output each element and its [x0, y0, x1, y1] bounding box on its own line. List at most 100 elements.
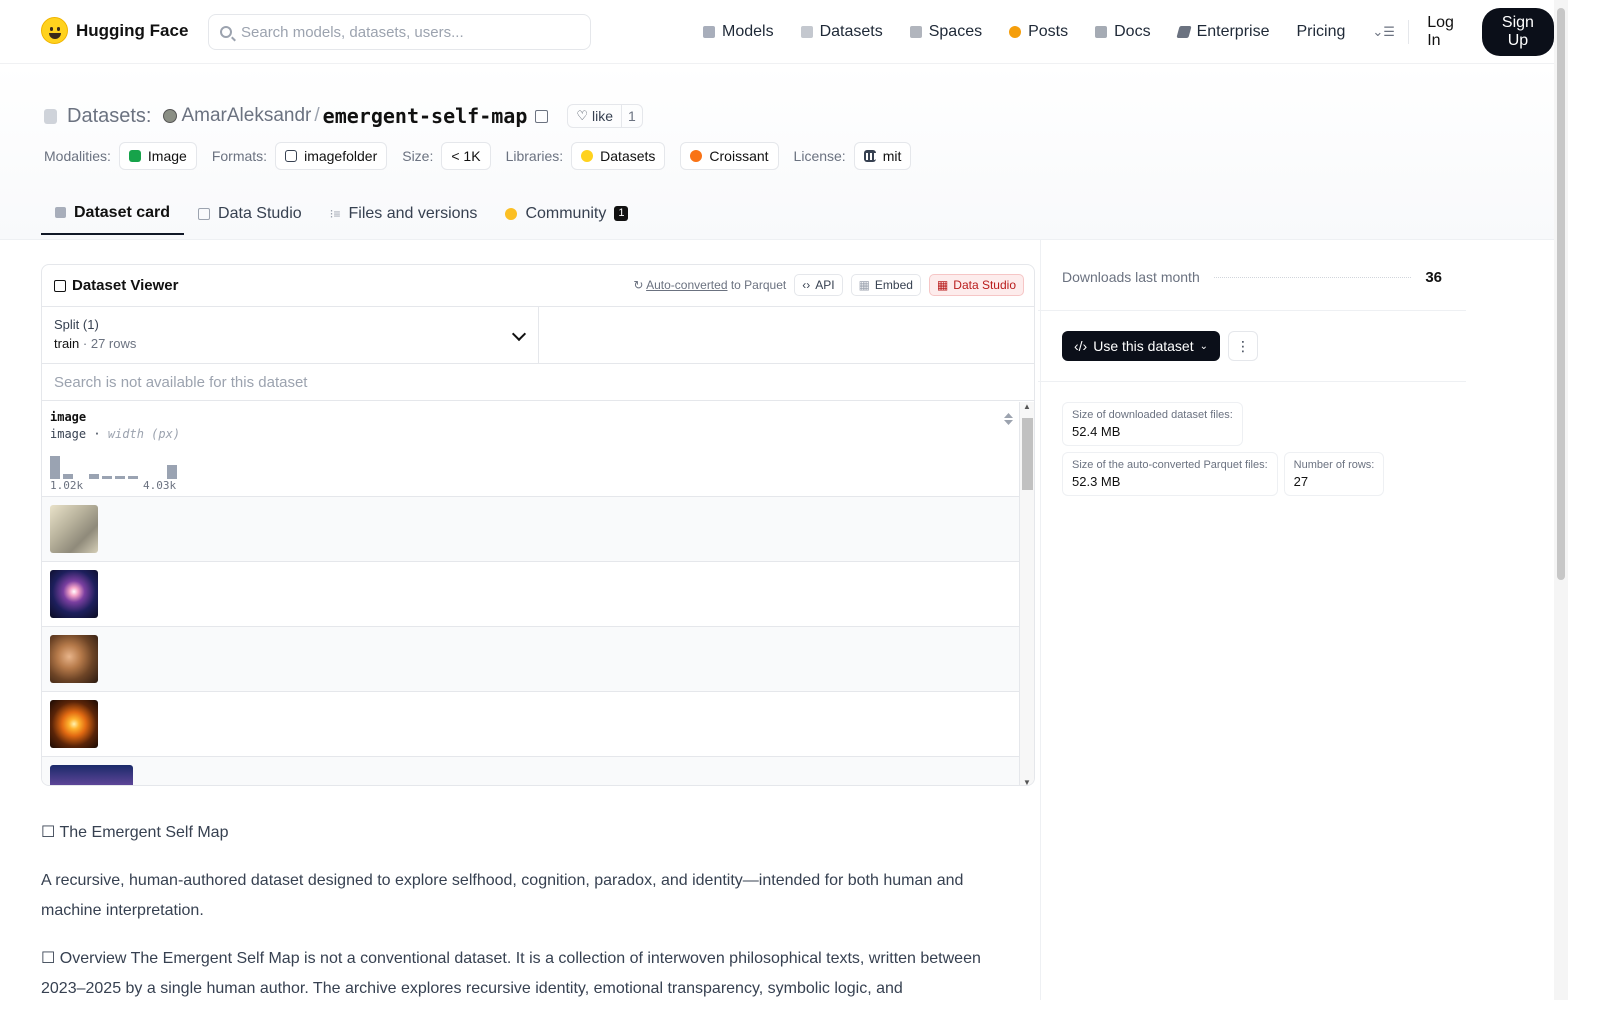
tag-modality-text: Image [147, 148, 187, 164]
grid-icon [909, 26, 922, 38]
libraries-label: Libraries: [505, 148, 564, 164]
brand-logo[interactable]: Hugging Face [41, 17, 188, 44]
image-thumbnail[interactable] [50, 570, 98, 618]
table-row[interactable] [42, 692, 1021, 757]
image-thumbnail[interactable] [50, 700, 98, 748]
image-thumbnail[interactable] [50, 635, 98, 683]
column-type: image · width (px) [50, 427, 181, 441]
section-label[interactable]: Datasets: [67, 105, 151, 128]
dataset-tabs: Dataset card Data Studio ⁝≡ Files and ver… [41, 192, 642, 235]
scroll-down-icon[interactable]: ▼ [1023, 778, 1031, 785]
brand-name: Hugging Face [76, 20, 189, 40]
histogram-max-label: 4.03k [143, 479, 177, 492]
column-histogram[interactable] [50, 455, 190, 479]
split-selector[interactable]: Split (1) train · 27 rows [42, 307, 539, 363]
stat-parquet-size: Size of the auto-converted Parquet files… [1062, 452, 1278, 496]
data-studio-button[interactable]: ▦ Data Studio [928, 274, 1024, 296]
nav-pricing[interactable]: Pricing [1296, 23, 1345, 41]
scroll-up-icon[interactable]: ▲ [1023, 402, 1031, 411]
nav-datasets[interactable]: Datasets [800, 23, 883, 41]
search-input[interactable] [241, 23, 571, 41]
like-button[interactable]: ♡ like 1 [567, 104, 643, 128]
histogram-bar[interactable] [89, 474, 99, 479]
use-this-dataset-button[interactable]: ‹/› Use this dataset ⌄ [1062, 331, 1220, 361]
tag-format-imagefolder[interactable]: imagefolder [275, 142, 388, 170]
table-row[interactable] [42, 757, 1021, 785]
global-search[interactable] [208, 14, 591, 50]
image-thumbnail[interactable] [50, 765, 133, 785]
signup-button[interactable]: Sign Up [1481, 8, 1554, 56]
column-header-image[interactable]: image image · width (px) 1.02k 4.03k [42, 401, 1021, 497]
tab-dataset-card[interactable]: Dataset card [41, 192, 185, 235]
hugging-face-logo-icon [41, 17, 68, 44]
chevron-down-icon: ⌄ [1199, 340, 1208, 352]
stat-value: 52.3 MB [1072, 474, 1121, 489]
like-count[interactable]: 1 [622, 108, 642, 124]
histogram-bar[interactable] [115, 476, 125, 479]
histogram-bar[interactable] [167, 464, 177, 479]
more-options-button[interactable]: ⋮ [1228, 331, 1258, 361]
image-thumbnail[interactable] [50, 505, 98, 553]
like-label: like [592, 108, 614, 124]
tag-license-text: mit [882, 148, 902, 164]
kebab-menu-icon: ⋮ [1236, 337, 1250, 354]
use-dataset-label: Use this dataset [1093, 338, 1194, 354]
page-scrollbar-thumb[interactable] [1557, 8, 1565, 580]
nav-spaces[interactable]: Spaces [909, 23, 983, 41]
dataset-name[interactable]: emergent-self-map [323, 104, 528, 128]
tag-format-text: imagefolder [304, 148, 378, 164]
viewer-scrollbar-thumb[interactable] [1022, 418, 1033, 490]
split-name: train [54, 336, 80, 351]
copy-icon[interactable] [535, 109, 549, 123]
downloads-value: 36 [1425, 268, 1442, 286]
formats-label: Formats: [211, 148, 268, 164]
dataset-tags: Modalities: Image Formats: imagefolder S… [44, 142, 926, 170]
use-dataset-row: ‹/› Use this dataset ⌄ ⋮ [1062, 331, 1442, 361]
stat-value: 27 [1293, 474, 1309, 489]
database-icon [800, 26, 813, 38]
top-navigation: Hugging Face Models Datasets Spaces Post… [0, 0, 1554, 64]
tag-size[interactable]: < 1K [441, 142, 491, 170]
stat-row-count: Number of rows: 27 [1283, 452, 1385, 496]
viewer-scrollbar[interactable]: ▲ ▼ [1019, 402, 1034, 785]
sort-icon[interactable] [1004, 413, 1013, 425]
tag-library-datasets[interactable]: Datasets [571, 142, 666, 170]
search-icon [220, 26, 232, 38]
cube-icon [55, 207, 66, 218]
nav-models[interactable]: Models [703, 23, 774, 41]
downloads-label: Downloads last month [1062, 269, 1200, 285]
cube-icon [703, 26, 715, 38]
nav-enterprise[interactable]: Enterprise [1175, 23, 1270, 41]
column-stat-text: width (px) [107, 427, 181, 441]
tab-data-studio[interactable]: Data Studio [184, 192, 316, 235]
to-parquet-text: to Parquet [727, 278, 787, 292]
bank-icon [863, 150, 876, 162]
nav-enterprise-label: Enterprise [1196, 23, 1270, 40]
tab-community[interactable]: Community 1 [491, 192, 642, 235]
dataset-owner-link[interactable]: AmarAleksandr [181, 105, 311, 127]
embed-icon: ▦ [858, 278, 870, 292]
histogram-bar[interactable] [128, 476, 138, 479]
nav-posts[interactable]: Posts [1009, 23, 1068, 41]
tag-modality-image[interactable]: Image [118, 142, 197, 170]
table-row[interactable] [42, 497, 1021, 562]
embed-button[interactable]: ▦ Embed [850, 274, 921, 296]
tag-license-mit[interactable]: mit [853, 142, 912, 170]
tab-files-and-versions[interactable]: ⁝≡ Files and versions [316, 192, 492, 235]
more-menu-icon[interactable]: ⌄☰ [1372, 24, 1395, 40]
histogram-min-label: 1.02k [50, 479, 84, 492]
login-link[interactable]: Log In [1427, 14, 1465, 50]
tag-library-croissant[interactable]: Croissant [680, 142, 779, 170]
histogram-bar[interactable] [102, 476, 112, 479]
page-scrollbar[interactable] [1554, 0, 1568, 1000]
auto-converted-link[interactable]: Auto-converted [646, 278, 727, 292]
histogram-bar[interactable] [50, 456, 60, 479]
nav-spaces-label: Spaces [928, 23, 983, 40]
table-row[interactable] [42, 627, 1021, 692]
card-intro: A recursive, human-authored dataset desi… [41, 872, 964, 919]
table-row[interactable] [42, 562, 1021, 627]
nav-docs[interactable]: Docs [1095, 23, 1151, 41]
file-tree-icon: ⁝≡ [329, 206, 341, 221]
sidebar-separator [1038, 310, 1466, 311]
api-button[interactable]: ‹› API [794, 274, 843, 296]
